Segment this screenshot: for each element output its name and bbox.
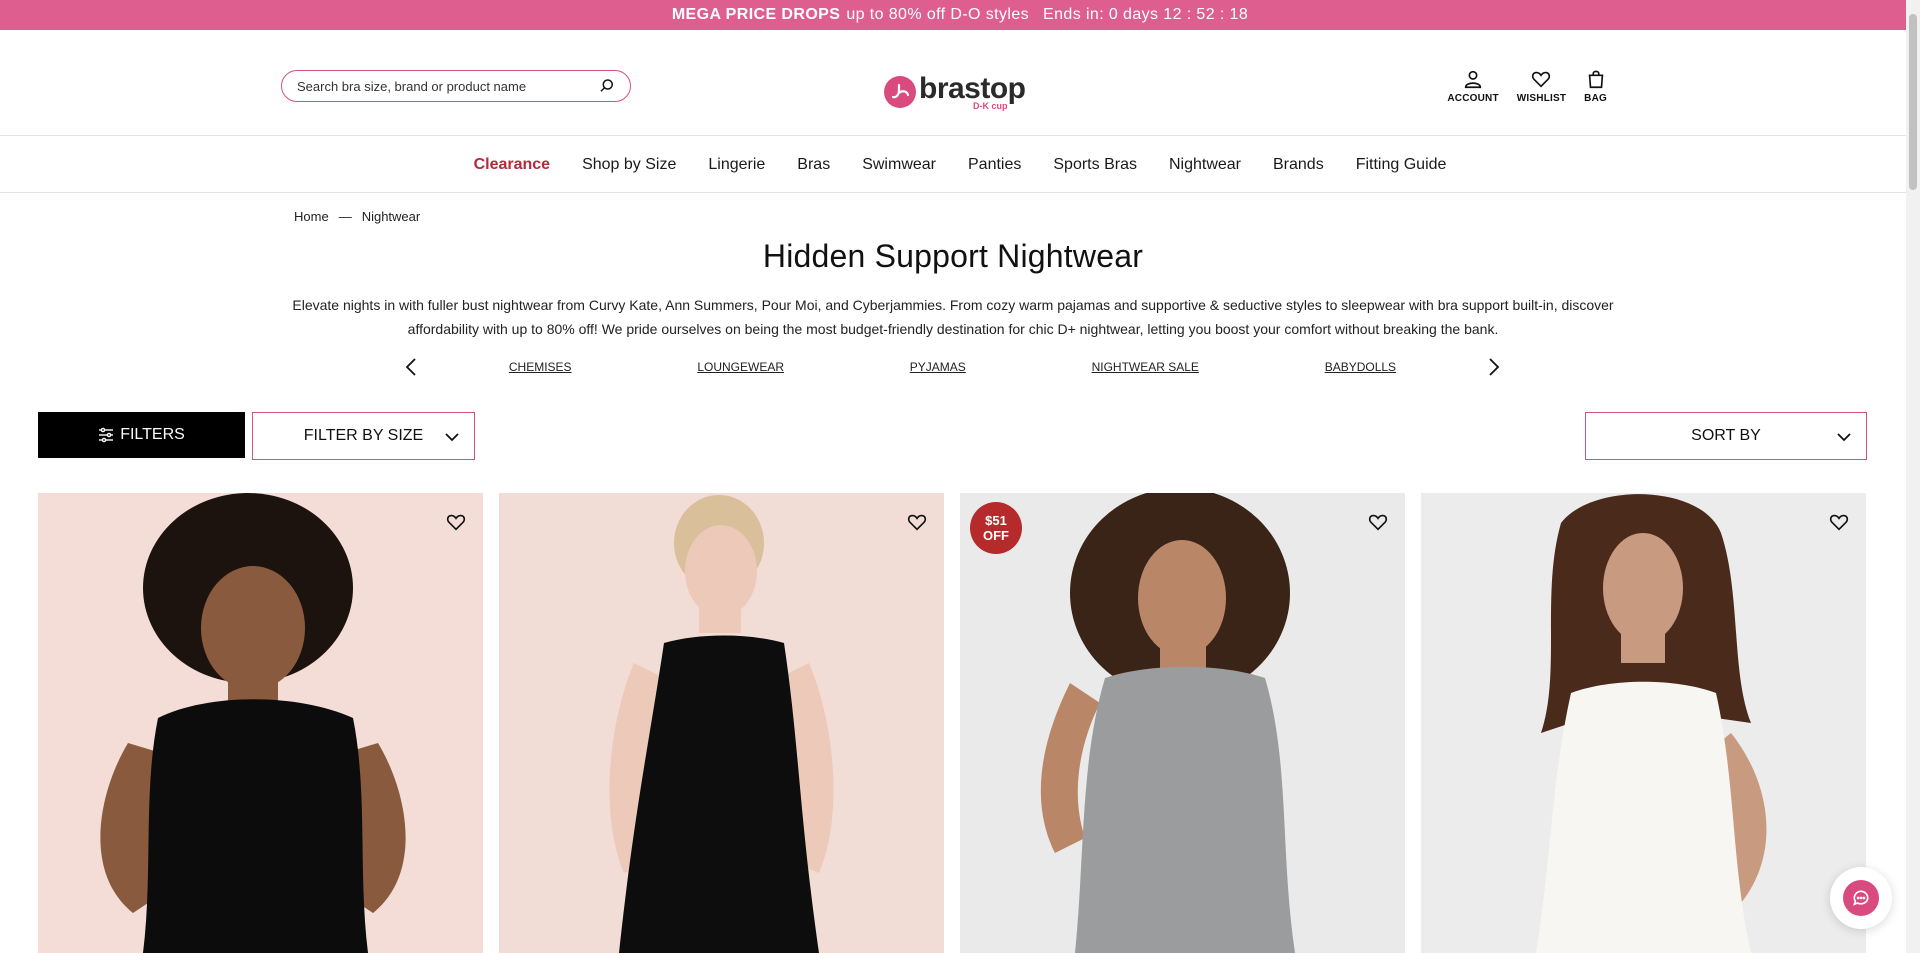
product-image[interactable] <box>960 493 1405 953</box>
sort-by-label: SORT BY <box>1691 427 1761 444</box>
heart-icon[interactable] <box>1828 511 1850 533</box>
promo-headline: MEGA PRICE DROPS <box>671 6 841 23</box>
discount-off-label: OFF <box>983 528 1009 543</box>
logo-mark-icon <box>884 76 916 108</box>
chat-bubble-icon <box>1843 880 1879 916</box>
sort-by-dropdown[interactable]: SORT BY <box>1585 412 1867 460</box>
page-title: Hidden Support Nightwear <box>762 238 1144 274</box>
bag-link[interactable]: BAG <box>1584 68 1607 104</box>
brastop-logo[interactable]: brastop D-K cup <box>884 70 1026 114</box>
breadcrumb-home[interactable]: Home <box>294 209 329 224</box>
breadcrumb-separator: — <box>338 209 352 224</box>
wishlist-label: WISHLIST <box>1516 93 1567 104</box>
nav-item-lingerie[interactable]: Lingerie <box>692 156 781 174</box>
nav-item-nightwear[interactable]: Nightwear <box>1153 156 1257 174</box>
product-image[interactable] <box>1421 493 1866 953</box>
nav-item-clearance[interactable]: Clearance <box>458 156 567 174</box>
logo-tagline: D-K cup <box>973 100 1008 111</box>
account-label: ACCOUNT <box>1447 93 1499 104</box>
site-header: brastop D-K cup ACCOUNT WISHLIST BAG <box>0 30 1920 136</box>
header-utilities: ACCOUNT WISHLIST BAG <box>1447 68 1607 104</box>
product-card[interactable]: $51 OFF <box>960 493 1405 953</box>
chevron-right-icon[interactable] <box>1481 355 1505 379</box>
category-link-nightwear-sale[interactable]: NIGHTWEAR SALE <box>1092 360 1199 374</box>
product-image[interactable] <box>499 493 944 953</box>
product-card[interactable] <box>499 493 944 953</box>
chevron-down-icon <box>1837 433 1851 442</box>
promo-text: up to 80% off D-O styles <box>846 6 1030 23</box>
bag-label: BAG <box>1584 93 1607 104</box>
filter-by-size-dropdown[interactable]: FILTER BY SIZE <box>252 412 475 460</box>
account-link[interactable]: ACCOUNT <box>1447 68 1499 104</box>
product-grid: $51 OFF <box>38 493 1866 953</box>
breadcrumb-current[interactable]: Nightwear <box>362 209 421 224</box>
nav-item-swimwear[interactable]: Swimwear <box>846 156 952 174</box>
nav-item-panties[interactable]: Panties <box>952 156 1037 174</box>
search-bar[interactable] <box>281 70 631 102</box>
product-image[interactable] <box>38 493 483 953</box>
category-link-loungewear[interactable]: LOUNGEWEAR <box>697 360 784 374</box>
category-link-babydolls[interactable]: BABYDOLLS <box>1325 360 1396 374</box>
main-navigation: Clearance Shop by Size Lingerie Bras Swi… <box>0 137 1920 193</box>
product-card[interactable] <box>1421 493 1866 953</box>
category-link-pyjamas[interactable]: PYJAMAS <box>910 360 966 374</box>
wishlist-link[interactable]: WISHLIST <box>1517 68 1566 104</box>
product-card[interactable] <box>38 493 483 953</box>
chevron-down-icon <box>445 433 459 442</box>
user-icon <box>1464 70 1482 89</box>
category-link-chemises[interactable]: CHEMISES <box>509 360 572 374</box>
breadcrumb: Home — Nightwear <box>294 209 420 224</box>
filters-button[interactable]: FILTERS <box>38 412 245 458</box>
chevron-left-icon[interactable] <box>400 355 424 379</box>
promo-countdown: Ends in: 0 days 12 : 52 : 18 <box>1043 6 1249 23</box>
search-icon[interactable] <box>598 77 616 95</box>
promo-banner[interactable]: MEGA PRICE DROPS up to 80% off D-O style… <box>0 0 1920 30</box>
heart-icon <box>1532 71 1551 88</box>
page-description: Elevate nights in with fuller bust night… <box>292 297 1614 337</box>
bag-icon <box>1588 70 1603 89</box>
logo-wordmark: brastop <box>919 71 1026 105</box>
heart-icon[interactable] <box>906 511 928 533</box>
nav-item-bras[interactable]: Bras <box>781 156 846 174</box>
heart-icon[interactable] <box>445 511 467 533</box>
discount-badge: $51 OFF <box>970 502 1022 554</box>
nav-item-sports-bras[interactable]: Sports Bras <box>1037 156 1153 174</box>
scrollbar-thumb[interactable] <box>1909 14 1917 190</box>
filters-label: FILTERS <box>120 426 185 443</box>
nav-item-fitting-guide[interactable]: Fitting Guide <box>1340 156 1463 174</box>
chat-widget-button[interactable] <box>1830 867 1892 929</box>
nav-item-shop-by-size[interactable]: Shop by Size <box>566 156 692 174</box>
search-input[interactable] <box>297 78 598 94</box>
page-scrollbar[interactable] <box>1906 0 1920 953</box>
sliders-icon <box>99 427 114 443</box>
category-carousel: CHEMISES LOUNGEWEAR PYJAMAS NIGHTWEAR SA… <box>400 353 1505 381</box>
discount-amount: $51 <box>985 513 1007 528</box>
nav-item-brands[interactable]: Brands <box>1257 156 1340 174</box>
filter-by-size-label: FILTER BY SIZE <box>303 427 424 444</box>
heart-icon[interactable] <box>1367 511 1389 533</box>
